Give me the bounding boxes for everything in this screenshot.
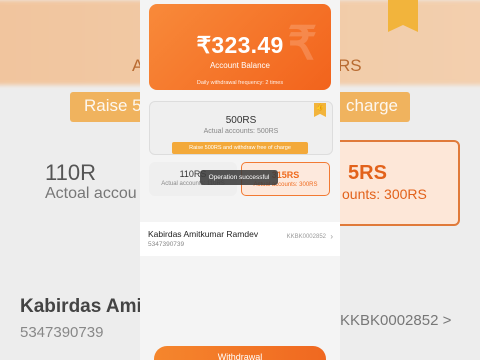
toast-message: Operation successful (200, 170, 278, 185)
backdrop-code: KKBK0002852 > (340, 312, 452, 329)
balance-amount: ₹323.49 (196, 32, 284, 58)
balance-label: Account Balance (209, 61, 271, 70)
option-500rs-amount: 500RS (225, 115, 257, 126)
account-holder-name: Kabirdas Amitkumar Ramdev (148, 229, 259, 239)
backdrop-actual: Actoal accou (45, 185, 137, 202)
chevron-right-icon: › (330, 232, 333, 241)
bank-account-row[interactable]: Kabirdas Amitkumar Ramdev 5347390739 KKB… (140, 222, 340, 256)
backdrop-right-label: RS (338, 56, 362, 75)
promo-banner: Raise 500RS and withdraw free of charge (172, 142, 308, 154)
balance-card: ₹ ₹323.49 Account Balance Daily withdraw… (149, 4, 331, 90)
backdrop-amount: 110R (45, 160, 96, 185)
backdrop-name: Kabirdas Ami (20, 296, 142, 317)
backdrop-selected-amount: 5RS (348, 162, 387, 184)
ifsc-code: KKBK0002852 (286, 234, 326, 240)
account-number: 5347390739 (148, 241, 185, 248)
withdrawal-frequency: Daily withdrawal frequency: 2 times (196, 80, 284, 86)
option-500rs-actual: Actual accounts: 500RS (203, 128, 279, 135)
backdrop-selected-box: 5RS ounts: 300RS (330, 140, 460, 226)
withdrawal-button[interactable]: Withdrawal (154, 346, 326, 360)
backdrop-number: 5347390739 (20, 324, 104, 341)
backdrop-selected-actual: ounts: 300RS (342, 186, 427, 202)
backdrop-strip-text-right: charge (346, 96, 398, 115)
phone-screen: ₹ ₹323.49 Account Balance Daily withdraw… (140, 0, 340, 360)
